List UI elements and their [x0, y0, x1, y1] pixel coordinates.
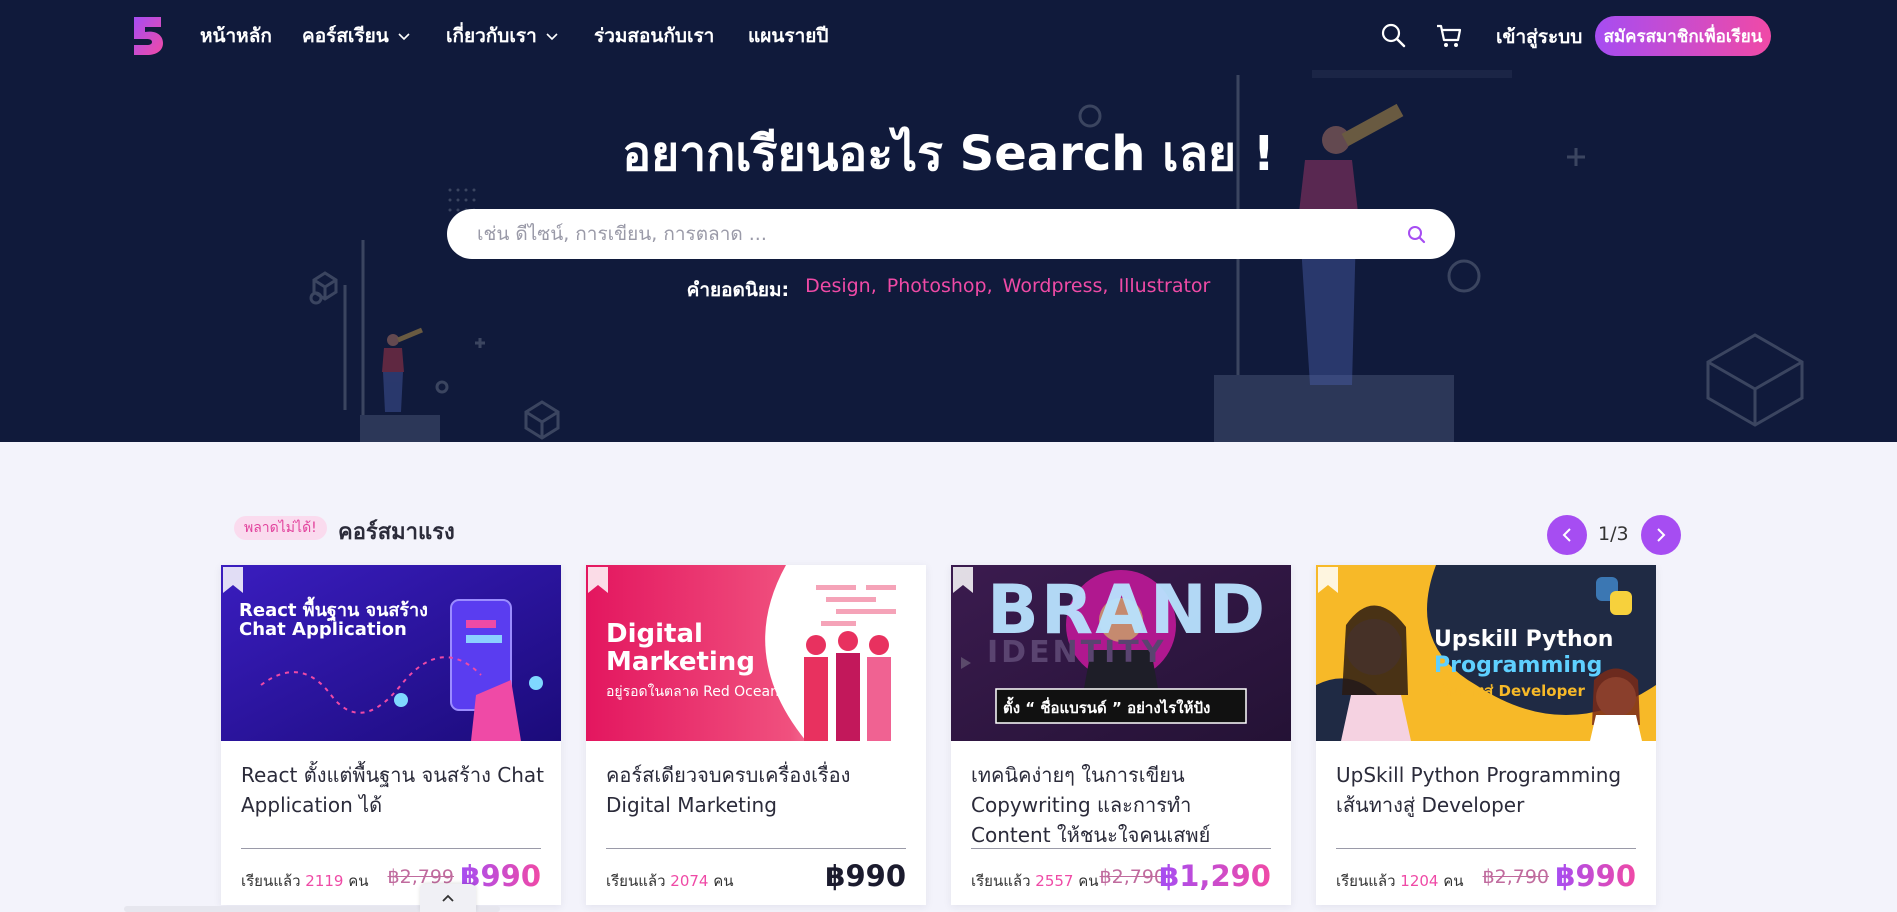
course-title: คอร์สเดียวจบครบเครื่องเรื่อง Digital Mar… — [606, 763, 851, 817]
nav-home[interactable]: หน้าหลัก — [200, 22, 272, 50]
thumbnail-text: อยู่รอดในตลาด Red Ocean — [606, 684, 779, 700]
original-price: ฿2,790 — [1099, 866, 1166, 888]
hero-title: อยากเรียนอะไร Search เลย ! — [622, 126, 1275, 182]
expand-drawer-button[interactable] — [420, 884, 476, 912]
divider — [241, 848, 541, 849]
popular-label: คำยอดนิยม: — [686, 279, 790, 301]
search-input[interactable] — [477, 209, 1377, 259]
course-title: เทคนิคง่ายๆ ในการเขียน Copywriting และกา… — [971, 763, 1211, 847]
cart-icon[interactable] — [1434, 21, 1464, 51]
nav-teach-label: ร่วมสอนกับเรา — [594, 25, 715, 47]
pager-prev-button[interactable] — [1547, 515, 1587, 555]
popular-tag-design[interactable]: Design, — [805, 275, 877, 305]
search-submit-icon[interactable] — [1405, 223, 1429, 247]
students-unit: คน — [1443, 872, 1464, 890]
section-badge: พลาดไม่ได้! — [234, 516, 327, 540]
course-title: UpSkill Python Programming เส้นทางสู่ De… — [1336, 763, 1622, 817]
students-number: 1204 — [1400, 872, 1439, 890]
login-link[interactable]: เข้าสู่ระบบ — [1496, 22, 1582, 52]
popular-tag-illustrator[interactable]: Illustrator — [1118, 275, 1210, 305]
nav-home-label: หน้าหลัก — [200, 25, 272, 47]
course-meta: เรียนแล้ว 2557 คน ฿2,790 ฿1,290 — [971, 859, 1271, 895]
course-thumbnail: React พื้นฐาน จนสร้าง Chat Application — [221, 565, 561, 741]
sale-price: ฿990 — [825, 859, 906, 893]
section-title: คอร์สมาแรง — [338, 520, 455, 545]
nav-about-label: เกี่ยวกับเรา — [446, 25, 537, 47]
sale-price: ฿1,290 — [1159, 859, 1271, 893]
thumbnail-text: ตั้ง “ ชื่อแบรนด์ ” อย่างไรให้ปัง — [1003, 699, 1211, 717]
chevron-left-icon — [1562, 528, 1571, 542]
students-count: เรียนแล้ว 2119 คน — [241, 869, 369, 893]
students-unit: คน — [348, 872, 369, 890]
nav-yearly-plan[interactable]: แผนรายปี — [748, 22, 828, 50]
chevron-up-icon — [442, 894, 454, 902]
thumbnail-text: Upskill Python — [1434, 627, 1614, 652]
nav-yearly-plan-label: แผนรายปี — [748, 25, 829, 47]
original-price: ฿2,790 — [1482, 866, 1549, 888]
thumbnail-text: Digital — [606, 619, 703, 649]
students-number: 2557 — [1035, 872, 1074, 890]
thumbnail-text: เส้นทางสู่ Developer — [1434, 682, 1585, 700]
students-number: 2119 — [305, 872, 344, 890]
students-label: เรียนแล้ว — [1336, 872, 1396, 890]
divider — [606, 848, 906, 849]
pager-next-button[interactable] — [1641, 515, 1681, 555]
sale-price: ฿990 — [1555, 859, 1636, 893]
students-count: เรียนแล้ว 1204 คน — [1336, 869, 1464, 893]
students-label: เรียนแล้ว — [606, 872, 666, 890]
course-meta: เรียนแล้ว 1204 คน ฿2,790 ฿990 — [1336, 859, 1636, 895]
top-nav: หน้าหลัก คอร์สเรียน เกี่ยวกับเรา ร่วมสอน… — [0, 0, 1897, 72]
course-thumbnail-art — [221, 565, 561, 741]
students-unit: คน — [1078, 872, 1099, 890]
students-label: เรียนแล้ว — [241, 872, 301, 890]
students-unit: คน — [713, 872, 734, 890]
pager-indicator: 1/3 — [1598, 523, 1629, 545]
search-icon[interactable] — [1379, 21, 1409, 51]
course-thumbnail: BRAND IDENTITY ตั้ง “ ชื่อแบรนด์ ” อย่าง… — [951, 565, 1291, 741]
signup-button[interactable]: สมัครสมาชิกเพื่อเรียน — [1595, 16, 1771, 56]
course-card-react[interactable]: React พื้นฐาน จนสร้าง Chat Application R… — [221, 565, 561, 905]
students-label: เรียนแล้ว — [971, 872, 1031, 890]
bookmark-icon[interactable] — [221, 565, 245, 595]
popular-keywords: คำยอดนิยม: Design, Photoshop, Wordpress,… — [0, 275, 1897, 305]
divider — [1336, 848, 1636, 849]
nav-about[interactable]: เกี่ยวกับเรา — [446, 22, 559, 50]
thumbnail-text: IDENTITY — [987, 635, 1167, 670]
chevron-right-icon — [1657, 528, 1666, 542]
logo[interactable] — [131, 15, 165, 55]
divider — [971, 848, 1271, 849]
popular-tag-photoshop[interactable]: Photoshop, — [887, 275, 993, 305]
course-thumbnail: Upskill Python Programming เส้นทางสู่ De… — [1316, 565, 1656, 741]
hero-banner: หน้าหลัก คอร์สเรียน เกี่ยวกับเรา ร่วมสอน… — [0, 0, 1897, 442]
chevron-down-icon — [546, 33, 558, 41]
search-bar — [447, 209, 1455, 259]
nav-courses[interactable]: คอร์สเรียน — [302, 22, 411, 50]
students-count: เรียนแล้ว 2074 คน — [606, 869, 734, 893]
course-title: React ตั้งแต่พื้นฐาน จนสร้าง Chat Applic… — [241, 763, 544, 817]
course-card-copywriting[interactable]: BRAND IDENTITY ตั้ง “ ชื่อแบรนด์ ” อย่าง… — [951, 565, 1291, 905]
popular-tag-wordpress[interactable]: Wordpress, — [1003, 275, 1109, 305]
thumbnail-text: Chat Application — [239, 619, 407, 640]
bookmark-icon[interactable] — [951, 565, 975, 595]
nav-courses-label: คอร์สเรียน — [302, 25, 389, 47]
course-meta: เรียนแล้ว 2119 คน ฿2,799 ฿990 — [241, 859, 541, 895]
students-count: เรียนแล้ว 2557 คน — [971, 869, 1099, 893]
course-thumbnail: Digital Marketing อยู่รอดในตลาด Red Ocea… — [586, 565, 926, 741]
bookmark-icon[interactable] — [586, 565, 610, 595]
thumbnail-text: Programming — [1434, 653, 1603, 678]
course-card-digital-marketing[interactable]: Digital Marketing อยู่รอดในตลาด Red Ocea… — [586, 565, 926, 905]
bookmark-icon[interactable] — [1316, 565, 1340, 595]
thumbnail-text: Marketing — [606, 647, 755, 677]
nav-teach[interactable]: ร่วมสอนกับเรา — [594, 22, 714, 50]
students-number: 2074 — [670, 872, 709, 890]
chevron-down-icon — [398, 33, 410, 41]
course-meta: เรียนแล้ว 2074 คน ฿990 — [606, 859, 906, 895]
course-card-python[interactable]: Upskill Python Programming เส้นทางสู่ De… — [1316, 565, 1656, 905]
